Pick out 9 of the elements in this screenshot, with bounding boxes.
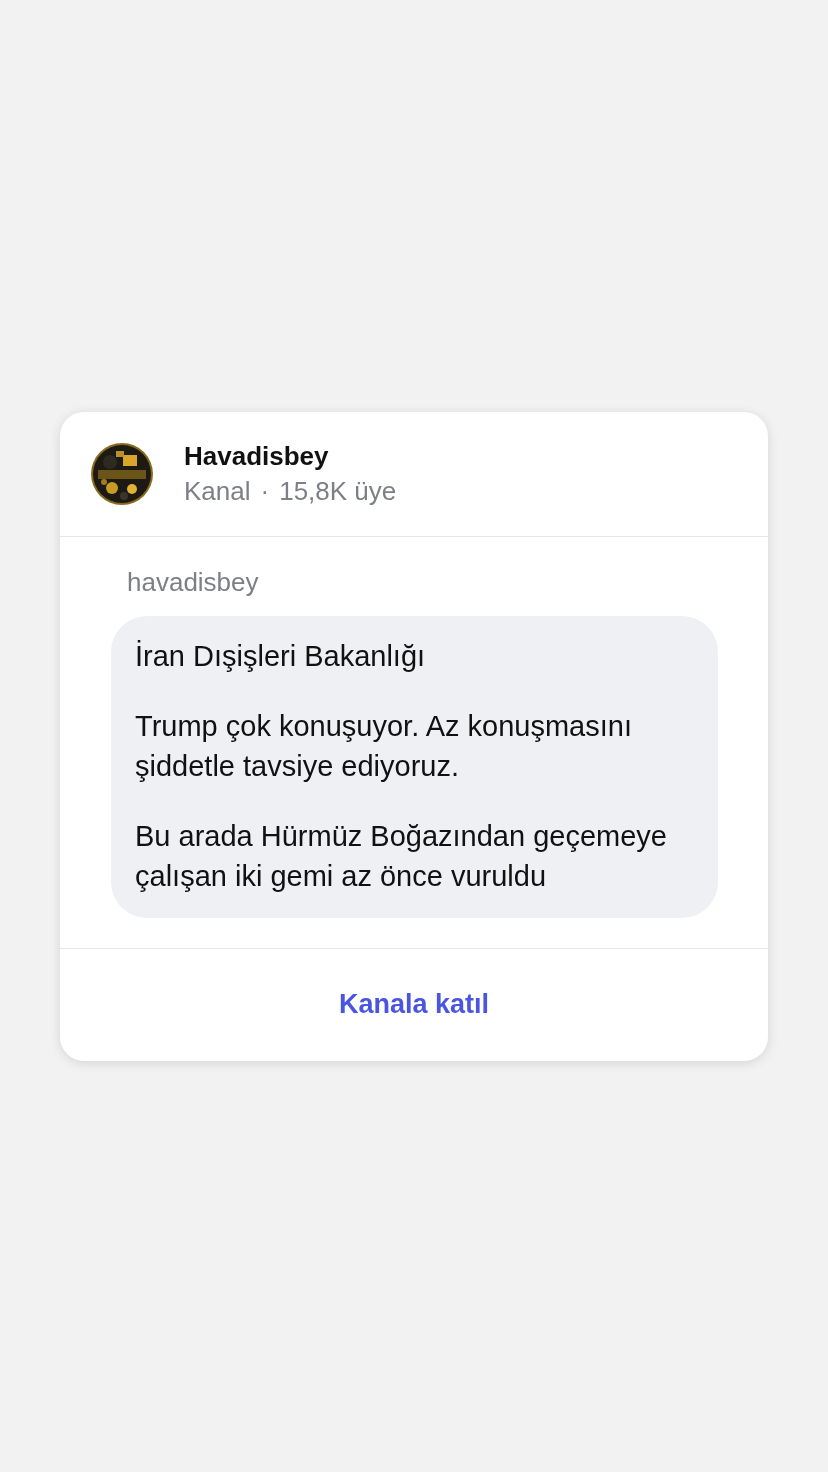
channel-name: Havadisbey bbox=[184, 440, 330, 472]
separator-dot: · bbox=[260, 475, 270, 507]
message-text: İran Dışişleri Bakanlığı bbox=[135, 638, 427, 674]
member-count: 15,8K üye bbox=[279, 475, 397, 507]
channel-type: Kanal bbox=[184, 475, 251, 507]
sender-name: havadisbey bbox=[127, 566, 260, 598]
message-text: Bu arada Hürmüz Boğazından geçemeye çalışan iki gemi az önce vuruldu bbox=[135, 818, 668, 894]
join-channel-button[interactable]: Kanala katıl bbox=[328, 983, 500, 1026]
message-text: Trump çok konuşuyor. Az konuşmasını şiddetle tavsiye ediyoruz. bbox=[135, 708, 633, 784]
